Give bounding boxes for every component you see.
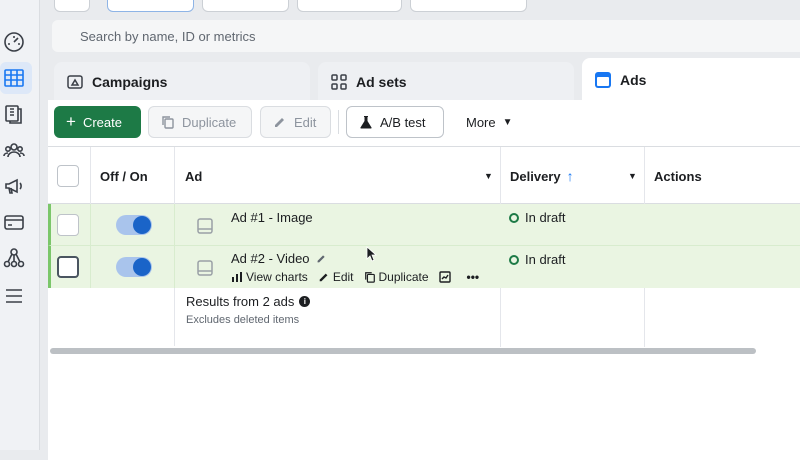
col-divider (90, 204, 91, 246)
sort-arrow-up-icon: ↑ (566, 168, 574, 184)
left-nav-rail (0, 0, 40, 450)
delivery-status-label: In draft (525, 252, 566, 267)
col-delivery-caret-icon[interactable]: ▼ (628, 147, 637, 205)
duplicate-label: Duplicate (182, 114, 237, 130)
more-dropdown-button[interactable]: More ▼ (454, 106, 526, 138)
col-actions[interactable]: Actions (654, 147, 702, 205)
row-on-off-toggle[interactable] (116, 215, 152, 235)
mouse-cursor-icon (366, 246, 378, 262)
tab-ad-sets[interactable]: Ad sets (318, 62, 574, 102)
row-more-label: ••• (466, 270, 480, 284)
horizontal-scrollbar[interactable] (50, 348, 756, 354)
ab-test-label: A/B test (380, 114, 426, 130)
ad-name[interactable]: Ad #1 - Image (231, 210, 313, 225)
duplicate-icon (162, 116, 174, 129)
table-row[interactable]: Ad #2 - Video View charts Edit Duplicate… (48, 246, 800, 288)
view-charts-label: View charts (246, 270, 308, 284)
billing-card-icon[interactable] (3, 211, 25, 233)
results-summary: Results from 2 ads i (186, 294, 311, 309)
ad-preview-icon (196, 217, 214, 235)
megaphone-icon[interactable] (3, 175, 25, 197)
row-checkbox[interactable] (57, 256, 79, 278)
draft-status-icon (509, 254, 519, 265)
tab-ads[interactable]: Ads (582, 58, 800, 102)
menu-hamburger-icon[interactable] (3, 285, 25, 307)
pencil-icon (275, 118, 284, 127)
rename-pencil-icon[interactable] (316, 253, 327, 264)
audience-people-icon[interactable] (3, 139, 25, 161)
col-off-on[interactable]: Off / On (100, 147, 148, 205)
delivery-status-label: In draft (525, 210, 566, 225)
table-grid-icon[interactable] (3, 67, 25, 89)
info-icon[interactable]: i (299, 296, 311, 307)
row-duplicate-label: Duplicate (378, 270, 429, 284)
flask-icon (360, 116, 372, 129)
toggle-knob (133, 216, 151, 234)
col-delivery[interactable]: Delivery ↑ (510, 147, 574, 205)
col-divider (174, 246, 175, 288)
select-all-checkbox[interactable] (57, 165, 79, 187)
toggle-knob (133, 258, 151, 276)
top-icon-button[interactable] (54, 0, 90, 12)
create-label: Create (82, 114, 122, 130)
table-header: Off / On Ad ▼ Delivery ↑ ▼ Actions (48, 146, 800, 347)
view-charts-action[interactable]: View charts (231, 270, 308, 284)
edit-label: Edit (294, 114, 317, 130)
top-filter-button-2[interactable] (202, 0, 289, 12)
more-label: More (466, 114, 496, 130)
row-edit-label: Edit (332, 270, 354, 284)
col-delivery-label: Delivery (510, 168, 561, 184)
ad-name[interactable]: Ad #2 - Video (231, 251, 310, 266)
campaign-folder-icon (66, 73, 84, 91)
row-trend-action[interactable] (438, 271, 451, 283)
duplicate-button[interactable]: Duplicate (148, 106, 252, 138)
top-filter-button-3[interactable] (297, 0, 402, 12)
dashboard-gauge-icon[interactable] (3, 31, 25, 53)
tab-campaigns-label: Campaigns (92, 74, 168, 90)
col-ad-caret-icon[interactable]: ▼ (484, 147, 493, 205)
row-more-icon[interactable]: ••• (467, 270, 480, 284)
row-on-off-toggle[interactable] (116, 257, 152, 277)
col-ad[interactable]: Ad (185, 147, 202, 205)
col-divider (174, 288, 175, 346)
col-divider (90, 246, 91, 288)
plus-icon: + (66, 112, 76, 131)
table-row[interactable]: Ad #1 - Image In draft (48, 204, 800, 246)
caret-down-icon: ▼ (502, 116, 513, 128)
results-subtitle: Excludes deleted items (186, 314, 300, 326)
top-filter-button-4[interactable] (410, 0, 527, 12)
bar-chart-icon (232, 272, 242, 282)
row-duplicate-action[interactable]: Duplicate (364, 270, 429, 284)
search-input[interactable] (52, 20, 800, 52)
results-title: Results from 2 ads (186, 294, 295, 309)
col-divider (90, 147, 91, 205)
col-divider (174, 147, 175, 205)
pencil-icon (319, 273, 328, 282)
ad-preview-icon (196, 259, 214, 277)
top-filter-button[interactable] (107, 0, 194, 12)
row-edit-action[interactable]: Edit (318, 270, 354, 284)
tab-ads-label: Ads (620, 72, 647, 88)
delivery-status: In draft (509, 210, 565, 225)
ads-window-icon (594, 71, 612, 89)
duplicate-icon (364, 272, 375, 283)
ad-sets-grid-icon (330, 73, 348, 91)
create-button[interactable]: + Create (54, 106, 141, 138)
pages-copy-icon[interactable] (3, 103, 25, 125)
delivery-status: In draft (509, 252, 565, 267)
tab-ad-sets-label: Ad sets (356, 74, 407, 90)
network-nodes-icon[interactable] (3, 247, 25, 269)
draft-status-icon (509, 212, 519, 223)
edit-button[interactable]: Edit (260, 106, 331, 138)
ab-test-button[interactable]: A/B test (346, 106, 444, 138)
row-hover-actions: View charts Edit Duplicate ••• (231, 270, 489, 284)
row-checkbox[interactable] (57, 214, 79, 236)
col-divider (174, 204, 175, 246)
ad-name-cell[interactable]: Ad #2 - Video (231, 251, 327, 266)
toolbar-divider (338, 110, 339, 134)
trend-chart-icon (438, 271, 451, 283)
tab-campaigns[interactable]: Campaigns (54, 62, 310, 102)
